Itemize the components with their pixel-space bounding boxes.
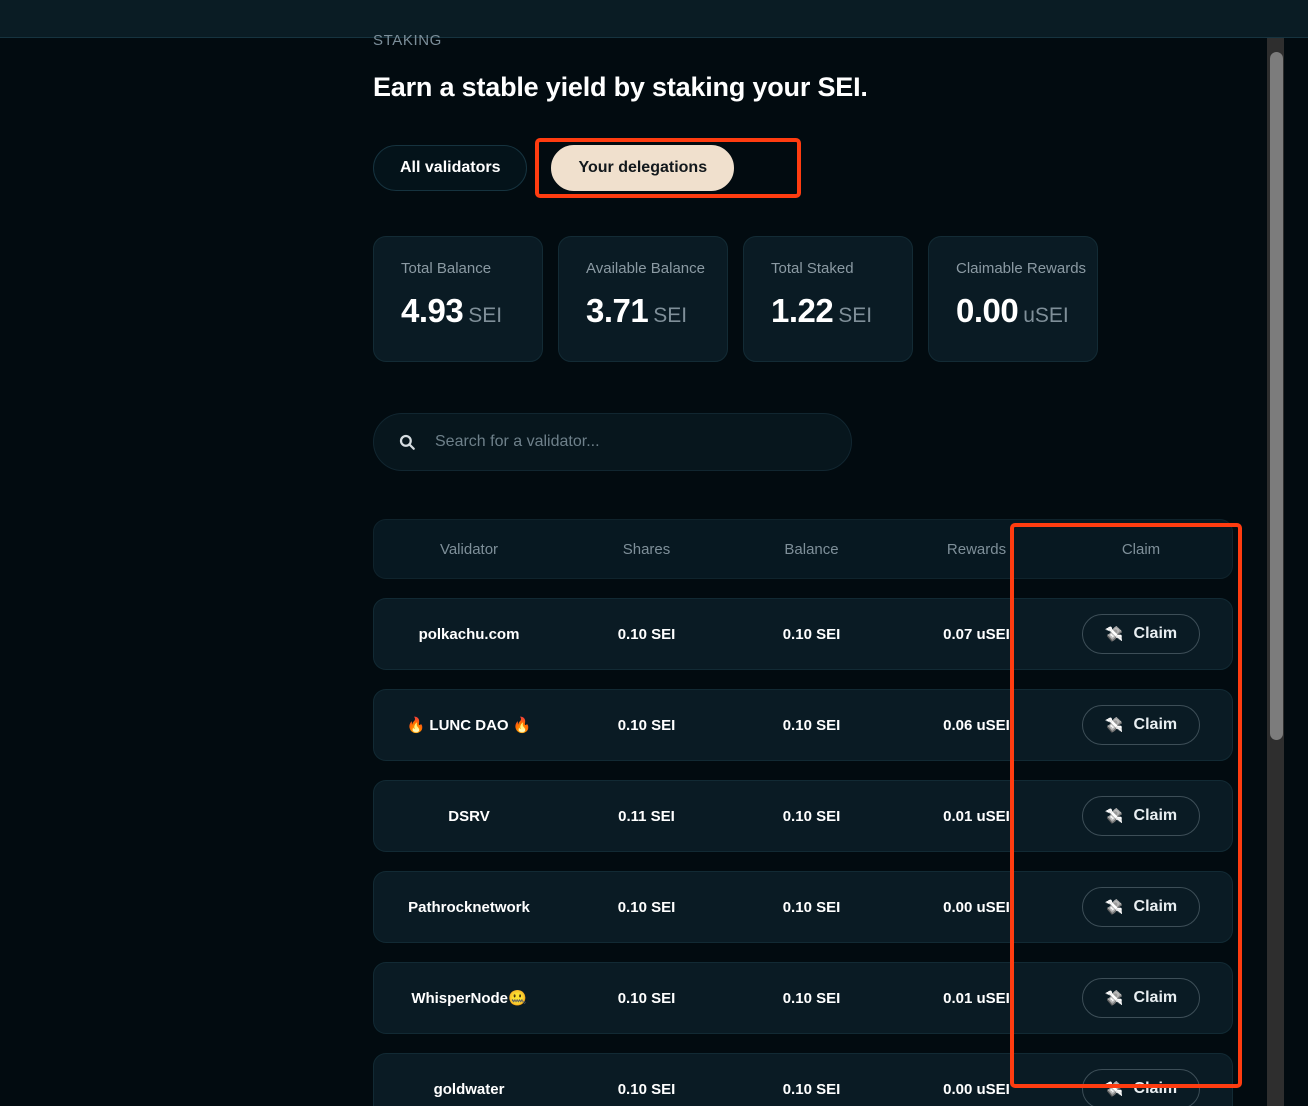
stat-value: 0.00 uSEI [956, 292, 1097, 330]
cell-balance: 0.10 SEI [782, 716, 841, 734]
stat-card-available-balance: Available Balance 3.71 SEI [558, 236, 728, 362]
tab-your-delegations[interactable]: Your delegations [551, 145, 735, 191]
cell-validator: WhisperNode🤐 [411, 990, 527, 1007]
money-with-wings-icon: 💸 [1104, 808, 1124, 825]
stat-card-total-staked: Total Staked 1.22 SEI [743, 236, 913, 362]
cell-claim: 💸 Claim [1059, 614, 1223, 654]
cell-rewards: 0.01 uSEI [943, 807, 1010, 825]
cell-claim: 💸 Claim [1059, 796, 1223, 836]
claim-button-label: Claim [1133, 807, 1178, 824]
cell-rewards: 0.00 uSEI [943, 1080, 1010, 1098]
stat-number: 1.22 [771, 292, 834, 329]
cell-balance: 0.10 SEI [782, 625, 841, 643]
cell-claim: 💸 Claim [1059, 705, 1223, 745]
search-icon [398, 433, 416, 451]
claim-button[interactable]: 💸 Claim [1081, 1069, 1201, 1106]
cell-shares: 0.10 SEI [617, 716, 676, 734]
stats-row: Total Balance 4.93 SEI Available Balance … [373, 236, 1233, 362]
cell-claim: 💸 Claim [1059, 887, 1223, 927]
cell-rewards: 0.00 uSEI [943, 898, 1010, 916]
cell-shares: 0.10 SEI [617, 989, 676, 1007]
stat-unit: uSEI [1023, 304, 1069, 327]
stat-unit: SEI [653, 304, 688, 327]
stat-label: Total Balance [401, 260, 492, 277]
cell-shares: 0.11 SEI [618, 807, 675, 825]
cell-balance: 0.10 SEI [782, 989, 841, 1007]
cell-rewards: 0.07 uSEI [943, 625, 1010, 643]
money-with-wings-icon: 💸 [1104, 990, 1124, 1007]
stat-label: Total Staked [771, 260, 854, 277]
cell-validator: polkachu.com [418, 625, 520, 643]
claim-button[interactable]: 💸 Claim [1081, 978, 1201, 1018]
stat-label: Claimable Rewards [956, 260, 1087, 277]
cell-validator: Pathrocknetwork [408, 898, 530, 916]
scroll-viewport: STAKING Earn a stable yield by staking y… [0, 32, 1268, 1106]
claim-button-label: Claim [1133, 716, 1178, 733]
claim-button-label: Claim [1133, 989, 1178, 1006]
cell-validator: goldwater [433, 1080, 505, 1098]
cell-claim: 💸 Claim [1059, 1069, 1223, 1106]
claim-button-label: Claim [1133, 625, 1178, 642]
tab-bar: All validators Your delegations [373, 136, 1233, 200]
stat-unit: SEI [838, 304, 873, 327]
tab-your-delegations-wrap: Your delegations [542, 136, 816, 200]
money-with-wings-icon: 💸 [1104, 626, 1124, 643]
cell-shares: 0.10 SEI [617, 898, 676, 916]
cell-validator: 🔥 LUNC DAO 🔥 [406, 717, 532, 734]
table-row[interactable]: DSRV 0.11 SEI 0.10 SEI 0.01 uSEI 💸 Claim [373, 780, 1233, 852]
column-header-shares: Shares [622, 540, 671, 558]
table-row[interactable]: 🔥 LUNC DAO 🔥 0.10 SEI 0.10 SEI 0.06 uSEI… [373, 689, 1233, 761]
tab-all-validators[interactable]: All validators [373, 145, 528, 191]
money-with-wings-icon: 💸 [1104, 717, 1124, 734]
column-header-claim: Claim [1121, 540, 1161, 558]
claim-button[interactable]: 💸 Claim [1081, 796, 1201, 836]
stat-card-claimable-rewards: Claimable Rewards 0.00 uSEI [928, 236, 1098, 362]
stat-value: 3.71 SEI [586, 292, 727, 330]
page-title: Earn a stable yield by staking your SEI. [373, 72, 868, 102]
claim-button-label: Claim [1133, 898, 1178, 915]
staking-page: STAKING Earn a stable yield by staking y… [0, 0, 1308, 1106]
validator-search-bar[interactable] [373, 413, 852, 471]
stat-number: 0.00 [956, 292, 1019, 329]
scrollbar-thumb[interactable] [1270, 52, 1283, 740]
claim-button[interactable]: 💸 Claim [1081, 887, 1201, 927]
money-with-wings-icon: 💸 [1104, 899, 1124, 916]
column-header-rewards: Rewards [946, 540, 1007, 558]
table-header-row: Validator Shares Balance Rewards Claim [373, 519, 1233, 579]
stat-number: 3.71 [586, 292, 649, 329]
stat-card-total-balance: Total Balance 4.93 SEI [373, 236, 543, 362]
claim-button[interactable]: 💸 Claim [1081, 705, 1201, 745]
claim-button[interactable]: 💸 Claim [1081, 614, 1201, 654]
cell-rewards: 0.01 uSEI [943, 989, 1010, 1007]
table-row[interactable]: polkachu.com 0.10 SEI 0.10 SEI 0.07 uSEI… [373, 598, 1233, 670]
stat-label: Available Balance [586, 260, 705, 277]
cell-balance: 0.10 SEI [782, 807, 841, 825]
stat-value: 4.93 SEI [401, 292, 542, 330]
cell-shares: 0.10 SEI [617, 1080, 676, 1098]
cell-balance: 0.10 SEI [782, 1080, 841, 1098]
cell-validator: DSRV [448, 807, 490, 825]
claim-button-label: Claim [1133, 1080, 1178, 1097]
money-with-wings-icon: 💸 [1104, 1081, 1124, 1098]
column-header-balance: Balance [784, 540, 839, 558]
table-row[interactable]: WhisperNode🤐 0.10 SEI 0.10 SEI 0.01 uSEI… [373, 962, 1233, 1034]
page-eyebrow: STAKING [373, 32, 442, 49]
table-row[interactable]: goldwater 0.10 SEI 0.10 SEI 0.00 uSEI 💸 … [373, 1053, 1233, 1106]
stat-value: 1.22 SEI [771, 292, 912, 330]
right-gutter [1284, 38, 1308, 1106]
cell-balance: 0.10 SEI [782, 898, 841, 916]
stat-number: 4.93 [401, 292, 464, 329]
search-input[interactable] [435, 433, 851, 451]
page-content: STAKING Earn a stable yield by staking y… [373, 32, 1233, 1106]
cell-shares: 0.10 SEI [617, 625, 676, 643]
cell-claim: 💸 Claim [1059, 978, 1223, 1018]
delegations-table: Validator Shares Balance Rewards Claim p… [373, 519, 1233, 1106]
table-row[interactable]: Pathrocknetwork 0.10 SEI 0.10 SEI 0.00 u… [373, 871, 1233, 943]
column-header-validator: Validator [439, 540, 499, 558]
stat-unit: SEI [468, 304, 503, 327]
cell-rewards: 0.06 uSEI [943, 716, 1010, 734]
